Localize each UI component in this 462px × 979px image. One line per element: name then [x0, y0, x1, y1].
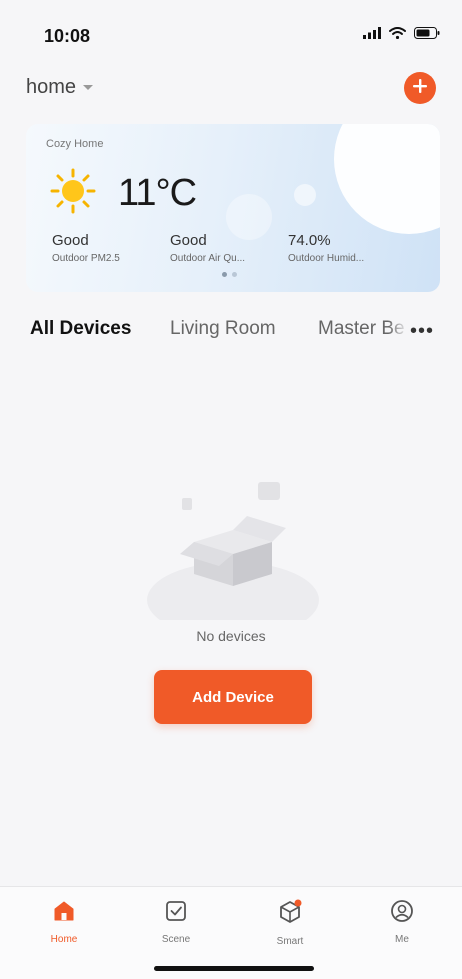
weather-metrics: Good Outdoor PM2.5 Good Outdoor Air Qu..… [52, 232, 432, 264]
card-decoration [294, 184, 316, 206]
metric-label: Outdoor Humid... [288, 253, 365, 264]
tab-all-devices[interactable]: All Devices [30, 318, 131, 340]
nav-label: Scene [161, 934, 191, 945]
tab-fade [388, 312, 408, 352]
nav-label: Smart [276, 936, 304, 947]
room-tabs: All Devices Living Room Master Be ••• [0, 312, 462, 352]
home-icon [52, 899, 76, 928]
tab-living-room[interactable]: Living Room [170, 318, 276, 340]
metric-value: 74.0% [288, 232, 331, 249]
add-device-button[interactable]: Add Device [154, 670, 312, 724]
metric-pm25: Good Outdoor PM2.5 [52, 232, 170, 264]
status-icons [363, 26, 440, 44]
empty-box-icon [146, 470, 320, 638]
status-bar: 10:08 [0, 0, 462, 62]
plus-icon [412, 78, 428, 99]
metric-value: Good [170, 232, 207, 249]
more-tabs-button[interactable]: ••• [410, 320, 434, 343]
empty-state-text: No devices [196, 628, 266, 644]
weather-main: 11°C [50, 168, 197, 219]
nav-label: Me [395, 934, 409, 945]
nav-label: Home [50, 934, 78, 945]
nav-smart[interactable]: Smart [255, 899, 325, 947]
nav-me[interactable]: Me [367, 899, 437, 945]
home-indicator [154, 966, 314, 971]
metric-label: Outdoor Air Qu... [170, 253, 246, 264]
page-indicator [222, 272, 237, 277]
wifi-icon [389, 26, 406, 44]
metric-air-quality: Good Outdoor Air Qu... [170, 232, 288, 264]
scene-checkbox-icon [164, 899, 188, 928]
caret-down-icon [82, 79, 94, 97]
profile-icon [390, 899, 414, 928]
metric-label: Outdoor PM2.5 [52, 253, 120, 264]
metric-humidity: 74.0% Outdoor Humid... [288, 232, 406, 264]
nav-scene[interactable]: Scene [141, 899, 211, 945]
page-dot [222, 272, 227, 277]
smart-cube-icon [277, 899, 303, 930]
temperature: 11°C [118, 172, 197, 214]
home-name: home [26, 76, 77, 98]
card-decoration [334, 124, 440, 234]
sun-icon [50, 168, 96, 219]
nav-home[interactable]: Home [29, 899, 99, 945]
add-button[interactable] [404, 72, 436, 104]
metric-value: Good [52, 232, 89, 249]
battery-icon [414, 26, 440, 44]
page-dot [232, 272, 237, 277]
status-time: 10:08 [44, 26, 91, 46]
home-header: home [0, 70, 462, 106]
card-title: Cozy Home [46, 138, 104, 150]
weather-card[interactable]: Cozy Home 11°C Good Outdoor PM2.5 Good O… [26, 124, 440, 292]
home-selector[interactable]: home [26, 76, 94, 99]
signal-icon [363, 26, 381, 44]
